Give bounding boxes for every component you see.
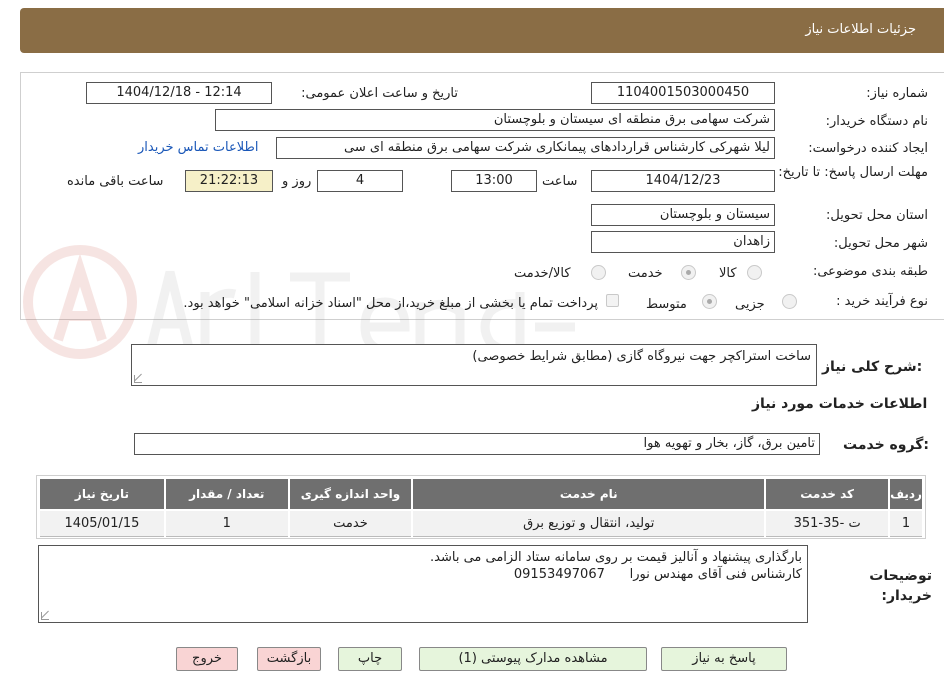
service-group-field: تامین برق، گاز، بخار و تهویه هوا — [134, 433, 820, 455]
treasury-payment-checkbox[interactable] — [606, 294, 619, 307]
deadline-days-field: 4 — [317, 170, 403, 192]
general-description-text: ساخت استراکچر جهت نیروگاه گازی (مطابق شر… — [472, 349, 811, 364]
exit-button[interactable]: خروج — [176, 647, 238, 671]
delivery-city-field: زاهدان — [591, 231, 775, 253]
resize-grip-icon[interactable] — [41, 612, 49, 620]
reply-button[interactable]: پاسخ به نیاز — [661, 647, 787, 671]
cell-service-name: تولید، انتقال و توزیع برق — [411, 509, 767, 537]
service-group-label: گروه خدمت: — [843, 437, 929, 453]
deadline-label: مهلت ارسال پاسخ: تا تاریخ: — [778, 165, 928, 180]
col-header-service-name: نام خدمت — [411, 477, 767, 511]
category-option-goods: کالا — [719, 266, 737, 281]
buyer-notes-label: توضیحات خریدار: — [869, 568, 932, 604]
requester-field: لیلا شهرکی کارشناس قراردادهای پیمانکاری … — [276, 137, 775, 159]
page-header: جزئیات اطلاعات نیاز — [20, 8, 944, 53]
view-attachments-button[interactable]: مشاهده مدارک پیوستی (1) — [419, 647, 647, 671]
buyer-contact-link[interactable]: اطلاعات تماس خریدار — [138, 140, 258, 155]
general-description-label: شرح کلی نیاز: — [822, 359, 923, 375]
category-radio-goods-service[interactable] — [591, 265, 606, 280]
resize-grip-icon[interactable] — [134, 375, 142, 383]
process-option-minor: جزیی — [735, 297, 765, 312]
process-option-medium: متوسط — [646, 297, 687, 312]
col-header-service-code: کد خدمت — [764, 477, 891, 511]
cell-service-code: ت -35-351 — [764, 509, 891, 537]
deadline-time-label: ساعت — [542, 174, 578, 189]
treasury-payment-note: پرداخت تمام یا بخشی از مبلغ خرید،از محل … — [183, 296, 598, 311]
table-header-row: ردیف کد خدمت نام خدمت واحد اندازه گیری ت… — [38, 477, 924, 511]
services-table: ردیف کد خدمت نام خدمت واحد اندازه گیری ت… — [38, 477, 924, 537]
need-number-field: 1104001503000450 — [591, 82, 775, 104]
deadline-days-label: روز و — [282, 174, 312, 189]
need-number-label: شماره نیاز: — [866, 86, 928, 101]
table-row: 1 ت -35-351 تولید، انتقال و توزیع برق خد… — [38, 509, 924, 537]
category-option-goods-service: کالا/خدمت — [514, 266, 571, 281]
buyer-notes-field[interactable]: بارگذاری پیشنهاد و آنالیز قیمت بر روی سا… — [38, 545, 808, 623]
category-radio-service[interactable] — [681, 265, 696, 280]
deadline-time-field: 13:00 — [451, 170, 537, 192]
remaining-time-label: ساعت باقی مانده — [67, 174, 164, 189]
print-button[interactable]: چاپ — [338, 647, 402, 671]
buyer-org-field: شرکت سهامی برق منطقه ای سیستان و بلوچستا… — [215, 109, 775, 131]
col-header-need-date: تاریخ نیاز — [38, 477, 166, 511]
buyer-notes-line-1: بارگذاری پیشنهاد و آنالیز قیمت بر روی سا… — [430, 550, 802, 565]
cell-row-number: 1 — [888, 509, 924, 537]
category-option-service: خدمت — [628, 266, 663, 281]
category-radio-goods[interactable] — [747, 265, 762, 280]
buyer-org-label: نام دستگاه خریدار: — [825, 114, 928, 129]
cell-need-date: 1405/01/15 — [38, 509, 166, 537]
requester-label: ایجاد کننده درخواست: — [808, 141, 928, 156]
cell-unit: خدمت — [287, 509, 414, 537]
back-button[interactable]: بازگشت — [257, 647, 321, 671]
announce-datetime-label: تاریخ و ساعت اعلان عمومی: — [301, 86, 458, 101]
general-description-field[interactable]: ساخت استراکچر جهت نیروگاه گازی (مطابق شر… — [131, 344, 817, 386]
cell-quantity: 1 — [163, 509, 290, 537]
buyer-notes-line-2: کارشناس فنی آقای مهندس نورا 09153497067 — [513, 567, 802, 582]
services-section-title: اطلاعات خدمات مورد نیاز — [752, 396, 928, 412]
announce-datetime-field: 1404/12/18 - 12:14 — [86, 82, 272, 104]
page-title: جزئیات اطلاعات نیاز — [805, 22, 916, 37]
col-header-quantity: تعداد / مقدار — [163, 477, 290, 511]
col-header-row-number: ردیف — [888, 477, 924, 511]
process-radio-minor[interactable] — [782, 294, 797, 309]
category-label: طبقه بندی موضوعی: — [812, 264, 928, 279]
process-radio-medium[interactable] — [702, 294, 717, 309]
delivery-province-field: سیستان و بلوچستان — [591, 204, 775, 226]
deadline-date-field: 1404/12/23 — [591, 170, 775, 192]
delivery-city-label: شهر محل تحویل: — [833, 236, 928, 251]
col-header-unit: واحد اندازه گیری — [287, 477, 414, 511]
process-type-label: نوع فرآیند خرید : — [836, 294, 928, 309]
remaining-time-field: 21:22:13 — [185, 170, 273, 192]
delivery-province-label: استان محل تحویل: — [826, 208, 928, 223]
